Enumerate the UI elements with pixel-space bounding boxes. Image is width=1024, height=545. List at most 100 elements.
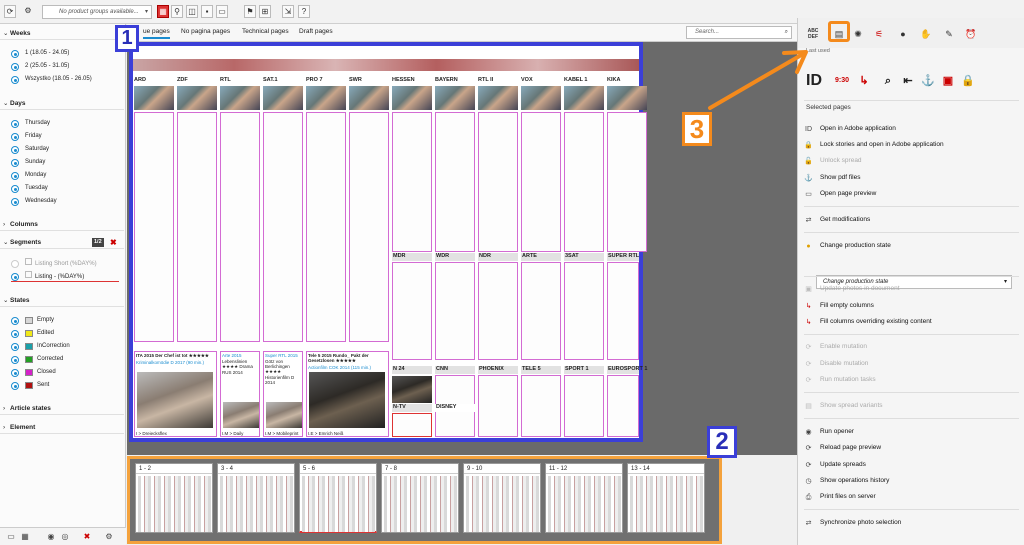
print-files-button[interactable]: ⎙ Print files on server [804,491,876,503]
clear-filter-icon[interactable]: ✖ [110,237,117,249]
listing-column[interactable] [435,112,475,252]
listing-column[interactable] [607,112,647,252]
day-option[interactable]: Sunday [11,157,45,168]
show-operations-history-button[interactable]: ◷ Show operations history [804,475,889,487]
segments-section-header[interactable]: ⌄ Segments 1/2 ✖ [0,237,124,249]
update-photos-button[interactable]: ▣ Update photos in document [804,283,899,295]
comment-icon[interactable]: ▭ [216,5,228,18]
spread-thumbnail[interactable]: 9 - 10 [463,463,541,533]
get-modifications-button[interactable]: ⇄ Get modifications [804,214,871,226]
open-page-preview-button[interactable]: ▭ Open page preview [804,188,876,200]
help-icon[interactable]: ? [298,5,310,18]
double-page-icon[interactable]: ▪ [201,5,213,18]
state-option[interactable]: InCorrection [11,341,70,352]
show-spread-variants-button[interactable]: ▤ Show spread variants [804,400,882,412]
listing-column[interactable] [478,262,518,360]
listing-column[interactable] [435,262,475,360]
article-box[interactable]: Arte 2015 Lebenslinien ★★★★ Drama RUS 20… [220,351,260,437]
week-option[interactable]: 1 (18.05 - 24.05) [11,48,69,59]
disable-mutation-button[interactable]: ⟳ Disable mutation [804,358,869,370]
tab-technical-pages[interactable]: Technical pages [242,28,289,35]
fill-empty-columns-button[interactable]: ↳ Fill empty columns [804,300,874,312]
state-option[interactable]: Empty [11,315,54,326]
spread-thumbnail[interactable]: 5 - 6 [299,463,377,533]
tab-no-pagina-pages[interactable]: No pagina pages [181,28,230,35]
selected-spread[interactable]: ARD ZDF RTL SAT.1 PRO 7 SWR HESSEN BAYER… [129,42,647,442]
week-option[interactable]: Wszystko (18.05 - 26.05) [11,74,92,85]
spread-thumbnail[interactable]: 13 - 14 [627,463,705,533]
sun-icon[interactable]: ✺ [852,28,864,40]
spread-thumbnail[interactable]: 1 - 2 [135,463,213,533]
product-group-select[interactable]: No product groups available... ▾ [42,5,152,19]
spread-thumbnail[interactable]: 3 - 4 [217,463,295,533]
reload-page-preview-button[interactable]: ⟳ Reload page preview [804,442,882,454]
eye-off-icon[interactable]: ◎ [60,532,70,542]
listing-column[interactable] [607,262,639,360]
search-input[interactable]: Search... ⌕ [686,26,792,39]
listing-column[interactable] [349,112,389,342]
bike-icon[interactable]: ⚲ [171,5,183,18]
listing-column[interactable] [263,112,303,342]
clear-filters-icon[interactable]: ✖ [82,532,92,542]
spellcheck-icon[interactable]: ABC DEF [807,28,819,40]
listing-column[interactable] [521,112,561,252]
day-option[interactable]: Saturday [11,144,49,155]
listing-column[interactable] [392,112,432,252]
alarm-icon[interactable]: ⏰ [965,28,977,40]
spread-thumbnail[interactable]: 11 - 12 [545,463,623,533]
gear-icon[interactable]: ⚙ [22,5,34,18]
pdf-icon[interactable]: ⚓ [920,72,936,90]
image-icon[interactable]: ▣ [940,72,956,90]
settings-icon[interactable]: ⚙ [104,532,114,542]
listing-column[interactable] [607,375,639,437]
update-spreads-button[interactable]: ⟳ Update spreads [804,459,866,471]
columns-section-header[interactable]: › Columns [0,219,124,231]
tab-issue-pages[interactable]: ue pages [143,28,170,39]
listing-column[interactable] [392,262,432,360]
tab-draft-pages[interactable]: Draft pages [299,28,333,35]
weeks-section-header[interactable]: ⌄ Weeks [0,28,124,40]
listing-column[interactable] [521,262,561,360]
mutation-icon[interactable]: 9:30 [834,72,850,90]
state-option[interactable]: Edited [11,328,54,339]
article-box[interactable]: Super RTL 2015 Götz von Berlichingen ★★★… [263,351,303,437]
states-section-header[interactable]: ⌄ States [0,295,124,307]
unlock-spread-button[interactable]: 🔓 Unlock spread [804,155,861,167]
listing-column[interactable] [306,112,346,342]
layers-icon[interactable]: ⊞ [259,5,271,18]
listing-column[interactable] [521,375,561,437]
eye-icon[interactable]: ◉ [46,532,56,542]
listing-column[interactable] [220,112,260,342]
lock-stories-button[interactable]: 🔒 Lock stories and open in Adobe applicat… [804,139,943,151]
synchronize-photo-selection-button[interactable]: ⇄ Synchronize photo selection [804,517,902,529]
listing-column[interactable] [177,112,217,342]
state-option[interactable]: Sent [11,380,49,391]
run-mutation-tasks-button[interactable]: ⟳ Run mutation tasks [804,374,876,386]
grid-view-icon[interactable]: ▦ [157,5,169,18]
segment-option[interactable]: Listing - (%DAY%) [11,271,119,282]
day-option[interactable]: Wednesday [11,196,57,207]
listing-column[interactable] [478,112,518,252]
open-in-adobe-button[interactable]: ID Open in Adobe application [804,123,896,135]
state-option[interactable]: Corrected [11,354,63,365]
article-box[interactable]: Tele 5 2015 Rundo_ Pakt der Gesetzlosen … [306,351,389,437]
day-option[interactable]: Thursday [11,118,50,129]
show-pdf-button[interactable]: ⚓ Show pdf files [804,172,860,184]
pin-icon[interactable]: ⚑ [244,5,256,18]
fill-columns-overriding-button[interactable]: ↳ Fill columns overriding existing conten… [804,316,932,328]
element-section-header[interactable]: › Element [0,422,124,434]
refresh-icon[interactable]: ⟳ [4,5,16,18]
days-section-header[interactable]: ⌄ Days [0,98,124,110]
day-option[interactable]: Tuesday [11,183,48,194]
spread-thumbnail[interactable]: 7 - 8 [381,463,459,533]
change-production-state-button[interactable]: ● Change production state [804,240,890,252]
day-option[interactable]: Monday [11,170,46,181]
strikethrough-icon[interactable]: ⚟ [873,28,885,40]
split-view-icon[interactable]: ◫ [186,5,198,18]
listing-column[interactable] [564,112,604,252]
grid-icon[interactable]: ▦ [20,532,30,542]
state-option[interactable]: Closed [11,367,56,378]
fill-columns-icon[interactable]: ↳ [856,72,872,90]
week-option[interactable]: 2 (25.05 - 31.05) [11,61,69,72]
article-states-section-header[interactable]: › Article states [0,403,124,415]
